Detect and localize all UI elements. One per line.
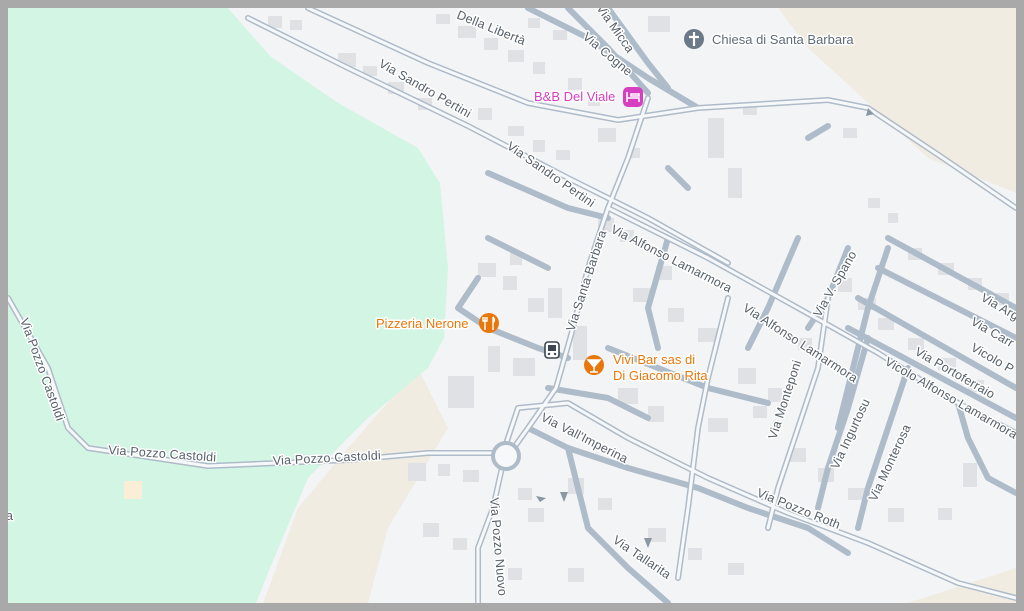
poi-label-vivi-bar-line1: Vivi Bar sas di	[613, 352, 695, 367]
poi-bus-stop[interactable]	[544, 341, 560, 359]
building-park	[124, 481, 142, 499]
poi-label-vivi-bar-line2: Di Giacomo Rita	[613, 368, 708, 383]
street-label-edge-a: a	[8, 509, 13, 523]
roundabout	[491, 441, 521, 471]
poi-label-pizzeria: Pizzeria Nerone	[376, 316, 469, 331]
fork-knife-icon	[479, 313, 499, 333]
poi-label-bnb: B&B Del Viale	[534, 89, 615, 104]
poi-label-chiesa: Chiesa di Santa Barbara	[712, 32, 854, 47]
map-viewport[interactable]: Della Libertà Via Micca Via Cogne Via Sa…	[8, 8, 1016, 603]
bed-icon	[623, 87, 643, 107]
